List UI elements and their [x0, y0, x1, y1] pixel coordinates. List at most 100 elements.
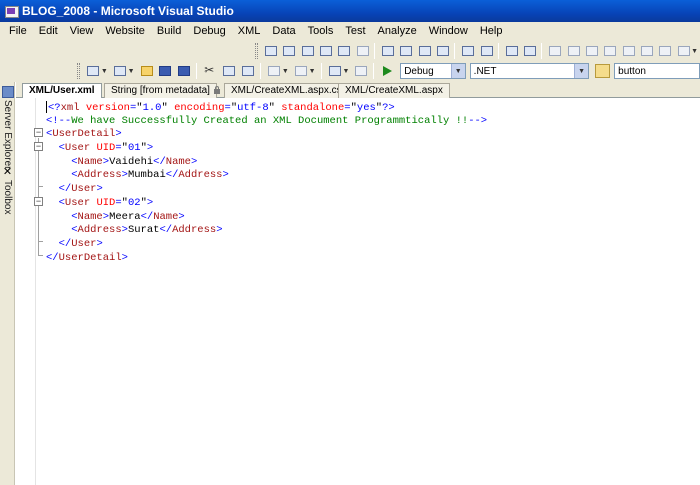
code-line[interactable]: <Name>Meera</Name> — [46, 211, 487, 225]
tab-string-metadata[interactable]: String [from metadata] — [104, 83, 217, 98]
code-line[interactable]: <Name>Vaidehi</Name> — [46, 156, 487, 170]
prev-doc-bookmark-icon[interactable] — [639, 43, 654, 59]
solution-platform-select[interactable]: .NET ▼ — [469, 63, 590, 79]
code-line[interactable]: </User> — [46, 238, 487, 252]
xml-copy-icon[interactable] — [380, 43, 394, 59]
new-project-icon[interactable] — [85, 63, 100, 79]
toolbar-grip[interactable] — [77, 63, 80, 79]
chevron-down-icon[interactable]: ▼ — [342, 68, 349, 75]
menu-test[interactable]: Test — [339, 25, 371, 37]
uncomment-icon[interactable] — [522, 43, 537, 59]
menu-xml[interactable]: XML — [232, 25, 267, 37]
xml-cursor-icon[interactable] — [417, 43, 431, 59]
font-size-icon[interactable] — [435, 43, 449, 59]
code-line[interactable]: <Address>Surat</Address> — [46, 224, 487, 238]
server-explorer-tab[interactable]: Server Explorer — [0, 84, 15, 169]
paste-icon[interactable] — [240, 63, 255, 79]
collapse-user-icon[interactable]: − — [34, 197, 43, 206]
code-token: User — [71, 237, 97, 250]
menu-view[interactable]: View — [64, 25, 100, 37]
tab-user-xml[interactable]: XML/User.xml — [22, 83, 102, 99]
code-line[interactable]: </UserDetail> — [46, 252, 487, 266]
next-bookmark-icon[interactable] — [584, 43, 599, 59]
outdent-icon[interactable] — [460, 43, 475, 59]
code-token: version — [79, 101, 130, 114]
xml-schema-icon[interactable] — [263, 43, 277, 59]
menu-analyze[interactable]: Analyze — [372, 25, 423, 37]
title-bar: BLOG_2008 - Microsoft Visual Studio — [0, 0, 700, 22]
code-line[interactable]: <!--We have Successfully Created an XML … — [46, 115, 487, 129]
chevron-down-icon[interactable]: ▼ — [101, 68, 108, 75]
lock-icon — [214, 86, 220, 94]
code-token: Address — [172, 224, 217, 237]
code-line[interactable]: <Address>Mumbai</Address> — [46, 169, 487, 183]
indicator-margin[interactable] — [16, 98, 36, 485]
xml-debug-icon[interactable] — [355, 43, 369, 59]
toolbox-tab[interactable]: ✕ Toolbox — [0, 164, 15, 214]
xml-show-icon[interactable] — [300, 43, 314, 59]
code-token: </ — [46, 251, 59, 264]
clear-bookmarks-icon[interactable] — [676, 43, 690, 59]
xml-run-icon[interactable] — [336, 43, 351, 59]
menu-help[interactable]: Help — [474, 25, 509, 37]
xml-tree-icon[interactable] — [281, 43, 296, 59]
xml-document[interactable]: <?xml version="1.0" encoding="utf-8" sta… — [46, 101, 487, 265]
redo-icon[interactable] — [293, 63, 308, 79]
code-token: UserDetail — [58, 251, 122, 264]
code-line[interactable]: </User> — [46, 183, 487, 197]
prev-folder-bookmark-icon[interactable] — [602, 43, 617, 59]
xml-validate-icon[interactable] — [318, 43, 332, 59]
chevron-down-icon[interactable]: ▼ — [574, 64, 589, 78]
code-token: UserDetail — [52, 128, 116, 141]
menu-data[interactable]: Data — [266, 25, 301, 37]
collapse-user-icon[interactable]: − — [34, 142, 43, 151]
tab-createxml-aspx-cs[interactable]: XML/CreateXML.aspx.cs — [224, 83, 349, 98]
code-line[interactable]: <?xml version="1.0" encoding="utf-8" sta… — [46, 101, 487, 115]
menu-build[interactable]: Build — [151, 25, 187, 37]
menu-debug[interactable]: Debug — [187, 25, 231, 37]
tab-createxml-aspx[interactable]: XML/CreateXML.aspx — [338, 83, 450, 98]
open-file-icon[interactable] — [139, 63, 154, 79]
comment-icon[interactable] — [504, 43, 518, 59]
code-editor[interactable]: − − − <?xml version="1.0" encoding="utf-… — [16, 98, 700, 485]
menu-website[interactable]: Website — [99, 25, 151, 37]
chevron-down-icon[interactable]: ▼ — [309, 68, 316, 75]
menu-window[interactable]: Window — [423, 25, 474, 37]
xml-paste-icon[interactable] — [398, 43, 413, 59]
start-debugging-icon[interactable] — [379, 63, 394, 79]
menu-tools[interactable]: Tools — [302, 25, 340, 37]
copy-icon[interactable] — [221, 63, 236, 79]
server-explorer-label: Server Explorer — [2, 100, 13, 170]
navigate-forward-icon[interactable] — [353, 63, 368, 79]
next-folder-bookmark-icon[interactable] — [621, 43, 635, 59]
find-input[interactable]: button — [614, 63, 700, 79]
code-token: Name — [165, 155, 191, 168]
bookmark-icon[interactable] — [547, 43, 562, 59]
find-in-files-icon[interactable] — [595, 64, 611, 78]
cut-icon[interactable] — [202, 63, 217, 79]
save-all-icon[interactable] — [176, 63, 191, 79]
save-icon[interactable] — [157, 63, 172, 79]
toolbar-grip[interactable] — [255, 43, 258, 59]
code-line[interactable]: <UserDetail> — [46, 128, 487, 142]
code-line[interactable]: <User UID="01"> — [46, 142, 487, 156]
prev-bookmark-icon[interactable] — [566, 43, 580, 59]
indent-icon[interactable] — [479, 43, 493, 59]
toolbar-options-icon[interactable]: ▼ — [691, 48, 698, 55]
menu-file[interactable]: File — [6, 25, 33, 37]
menu-edit[interactable]: Edit — [33, 25, 64, 37]
code-token: > — [216, 224, 223, 237]
chevron-down-icon[interactable]: ▼ — [128, 68, 135, 75]
code-token: Name — [77, 210, 103, 223]
solution-configuration-select[interactable]: Debug ▼ — [400, 63, 466, 79]
code-line[interactable]: <User UID="02"> — [46, 197, 487, 211]
code-token: > — [191, 155, 198, 168]
add-item-icon[interactable] — [112, 63, 127, 79]
undo-icon[interactable] — [266, 63, 281, 79]
collapse-userdetail-icon[interactable]: − — [34, 128, 43, 137]
chevron-down-icon[interactable]: ▼ — [282, 68, 289, 75]
chevron-down-icon[interactable]: ▼ — [450, 64, 465, 78]
navigate-backward-icon[interactable] — [327, 63, 342, 79]
next-doc-bookmark-icon[interactable] — [657, 43, 672, 59]
